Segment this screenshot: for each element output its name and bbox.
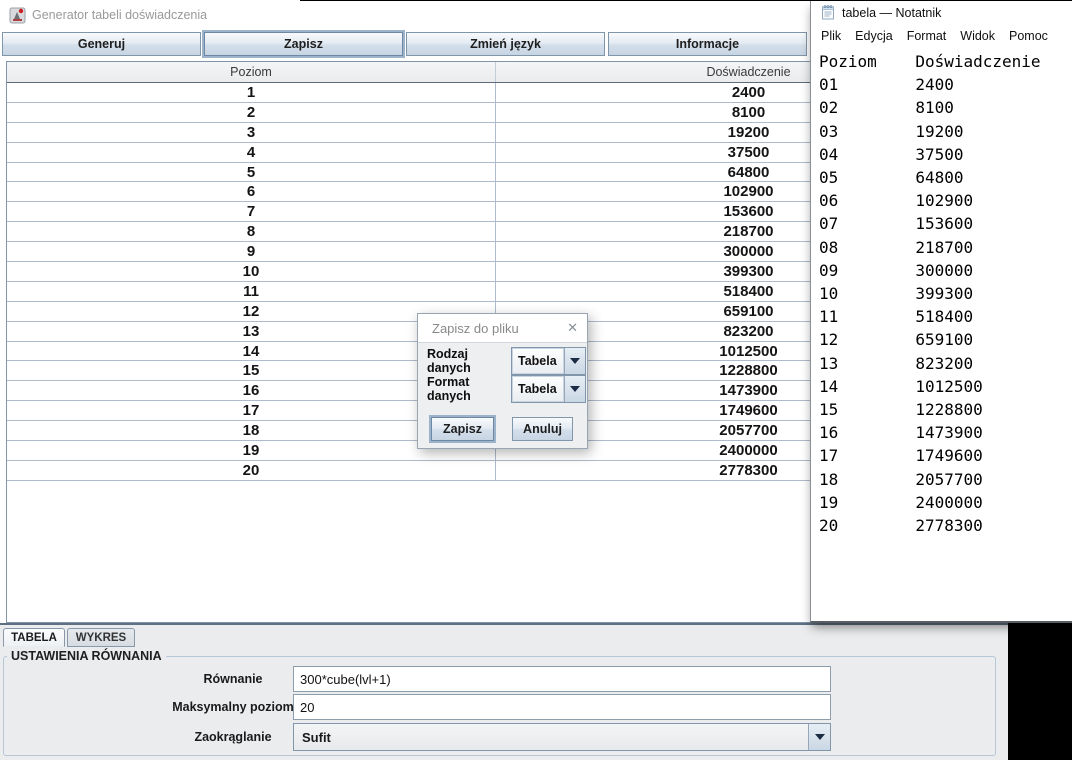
- max-level-label: Maksymalny poziom: [158, 694, 308, 720]
- equation-settings-legend: USTAWIENIA RÓWNANIA: [7, 649, 166, 663]
- menu-format[interactable]: Format: [900, 26, 954, 46]
- save-dialog-titlebar: Zapisz do pliku ✕: [418, 314, 587, 343]
- menu-pomoc[interactable]: Pomoc: [1002, 26, 1055, 46]
- menu-edycja[interactable]: Edycja: [848, 26, 900, 46]
- dialog-save-button[interactable]: Zapisz: [431, 417, 494, 441]
- menu-plik[interactable]: Plik: [814, 26, 848, 46]
- level-cell: 1: [7, 83, 496, 102]
- menu-widok[interactable]: Widok: [953, 26, 1002, 46]
- data-kind-label: Rodzaj danych: [427, 347, 511, 375]
- notepad-icon: [820, 4, 836, 20]
- bottom-panel: TABELA WYKRES USTAWIENIA RÓWNANIA Równan…: [0, 623, 1008, 760]
- desktop: Generator tabeli doświadczenia Generuj Z…: [0, 0, 1072, 760]
- notepad-title: tabela — Notatnik: [842, 6, 941, 20]
- level-cell: 10: [7, 262, 496, 281]
- data-format-label: Format danych: [427, 375, 511, 403]
- level-cell: 6: [7, 182, 496, 201]
- data-kind-dropdown-button[interactable]: [564, 348, 585, 374]
- level-cell: 7: [7, 202, 496, 221]
- save-dialog-title: Zapisz do pliku: [432, 321, 519, 336]
- level-cell: 9: [7, 242, 496, 261]
- dialog-cancel-button[interactable]: Anuluj: [512, 417, 573, 441]
- zmien-jezyk-button[interactable]: Zmień język: [406, 32, 605, 56]
- data-format-selected-value: Tabela: [512, 376, 564, 402]
- chevron-down-icon: [570, 386, 580, 397]
- data-kind-select[interactable]: Tabela: [511, 347, 586, 375]
- informacje-button[interactable]: Informacje: [608, 32, 807, 56]
- level-cell: 4: [7, 143, 496, 162]
- chevron-down-icon: [570, 358, 580, 369]
- screen-top-edge: [300, 0, 1072, 1]
- equation-label: Równanie: [158, 666, 308, 692]
- level-cell: 20: [7, 461, 496, 480]
- zapisz-button[interactable]: Zapisz: [204, 32, 403, 56]
- notepad-text-area[interactable]: Poziom Doświadczenie 01 2400 02 8100 03 …: [819, 50, 1041, 537]
- save-dialog: Zapisz do pliku ✕ Rodzaj danych Tabela F…: [417, 313, 588, 449]
- max-level-input[interactable]: [293, 694, 831, 720]
- rounding-selected-value: Sufit: [294, 730, 808, 745]
- tab-wykres[interactable]: WYKRES: [67, 628, 135, 647]
- tab-tabela[interactable]: TABELA: [3, 628, 65, 647]
- app-title: Generator tabeli doświadczenia: [32, 8, 207, 22]
- level-cell: 11: [7, 282, 496, 301]
- generuj-button[interactable]: Generuj: [2, 32, 201, 56]
- notepad-window: tabela — Notatnik Plik Edycja Format Wid…: [810, 0, 1072, 623]
- level-cell: 8: [7, 222, 496, 241]
- column-header-poziom[interactable]: Poziom: [7, 62, 496, 82]
- rounding-label: Zaokrąglanie: [158, 723, 308, 751]
- equation-input[interactable]: [293, 666, 831, 692]
- rounding-select[interactable]: Sufit: [293, 723, 831, 751]
- java-app-icon: [9, 6, 27, 24]
- data-format-select[interactable]: Tabela: [511, 375, 586, 403]
- data-format-dropdown-button[interactable]: [564, 376, 585, 402]
- level-cell: 5: [7, 163, 496, 182]
- notepad-menubar: Plik Edycja Format Widok Pomoc: [812, 25, 1072, 47]
- level-cell: 3: [7, 123, 496, 142]
- close-icon[interactable]: ✕: [567, 320, 578, 336]
- rounding-dropdown-button[interactable]: [808, 724, 830, 750]
- chevron-down-icon: [815, 734, 825, 745]
- level-cell: 2: [7, 103, 496, 122]
- data-kind-selected-value: Tabela: [512, 348, 564, 374]
